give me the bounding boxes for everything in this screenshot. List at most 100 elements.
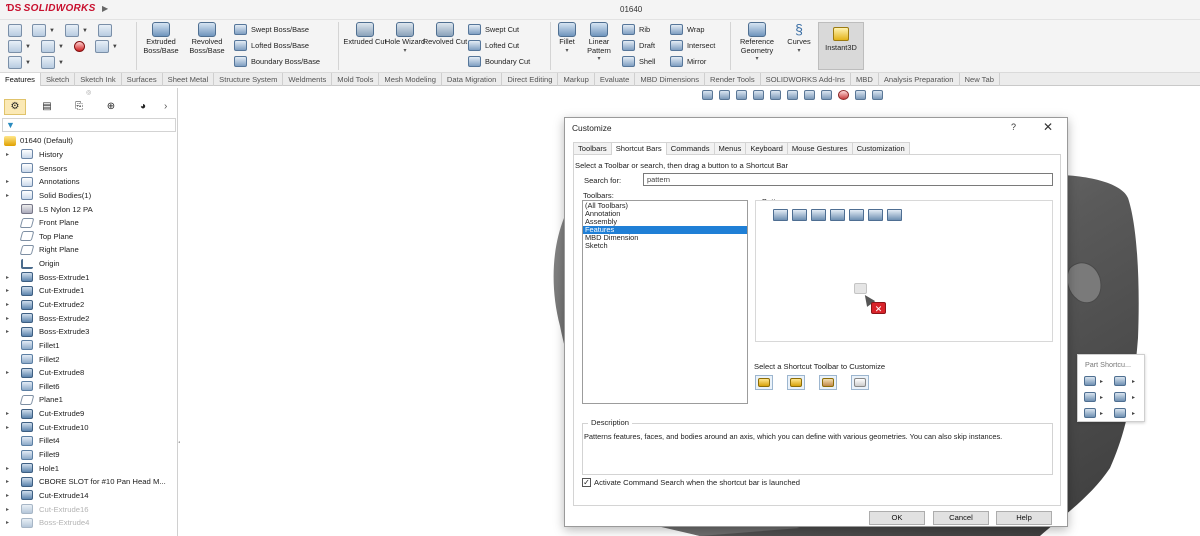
- fill-pattern-icon[interactable]: [849, 209, 864, 221]
- hide-show-items-icon[interactable]: [821, 90, 832, 100]
- tab-mbd-dimensions[interactable]: MBD Dimensions: [635, 73, 706, 86]
- toolbar-list-item[interactable]: Sketch: [583, 242, 747, 250]
- reference-geometry-icon[interactable]: [1084, 408, 1096, 418]
- tree-item[interactable]: ▸ Boss-Extrude1: [0, 270, 178, 284]
- chevron-down-icon[interactable]: ▾: [576, 55, 622, 64]
- edit-appearance-icon[interactable]: [838, 90, 849, 100]
- tab-surfaces[interactable]: Surfaces: [122, 73, 163, 86]
- tab-markup[interactable]: Markup: [558, 73, 595, 86]
- expand-arrow-icon[interactable]: ▸: [6, 301, 9, 308]
- tree-item[interactable]: ▸ Hole1: [0, 461, 178, 475]
- tree-item[interactable]: ▸ Cut-Extrude8: [0, 366, 178, 380]
- display-style-icon[interactable]: [804, 90, 815, 100]
- boundary-boss-button[interactable]: Boundary Boss/Base: [234, 55, 320, 68]
- tab-structure-system[interactable]: Structure System: [214, 73, 284, 86]
- tree-item[interactable]: Fillet9: [0, 448, 178, 462]
- print-icon[interactable]: [40, 40, 55, 53]
- expand-arrow-icon[interactable]: ▸: [6, 192, 9, 199]
- list-icon[interactable]: [97, 24, 112, 37]
- tab-evaluate[interactable]: Evaluate: [595, 73, 636, 86]
- dialog-tab-menus[interactable]: Menus: [713, 142, 747, 154]
- chevron-down-icon[interactable]: ▾: [382, 47, 428, 56]
- buttons-panel[interactable]: ✕: [755, 200, 1053, 342]
- dialog-tab-commands[interactable]: Commands: [665, 142, 715, 154]
- tree-item[interactable]: Plane1: [0, 393, 178, 407]
- chevron-down-icon[interactable]: ▼: [58, 60, 64, 66]
- tab-sketch-ink[interactable]: Sketch Ink: [75, 73, 122, 86]
- lofted-cut-button[interactable]: Lofted Cut: [468, 39, 530, 52]
- menu-expand-arrow-icon[interactable]: ▶: [102, 4, 108, 13]
- swept-cut-button[interactable]: Swept Cut: [468, 23, 530, 36]
- solidworks-logo[interactable]: ƊS SOLIDWORKS: [6, 3, 96, 14]
- tree-item[interactable]: Fillet1: [0, 339, 178, 353]
- dialog-tab-mouse-gestures[interactable]: Mouse Gestures: [786, 142, 853, 154]
- drawing-shortcut-toolbar-button[interactable]: [819, 375, 837, 390]
- chevron-down-icon[interactable]: ▼: [49, 28, 55, 34]
- new-document-icon[interactable]: [8, 40, 22, 53]
- shell-button[interactable]: Shell: [622, 55, 655, 68]
- appearance-icon[interactable]: [1114, 408, 1126, 418]
- ok-button[interactable]: OK: [869, 511, 925, 525]
- tree-item[interactable]: LS Nylon 12 PA: [0, 202, 178, 216]
- section-view-icon[interactable]: [753, 90, 764, 100]
- tab-analysis-preparation[interactable]: Analysis Preparation: [879, 73, 960, 86]
- expand-arrow-icon[interactable]: ▸: [6, 274, 9, 281]
- view-settings-icon[interactable]: [872, 90, 883, 100]
- chevron-down-icon[interactable]: ▼: [25, 60, 31, 66]
- tree-item[interactable]: ▸ Solid Bodies(1): [0, 189, 178, 203]
- dynamic-annotation-icon[interactable]: [770, 90, 781, 100]
- expand-arrow-icon[interactable]: ▸: [6, 492, 9, 499]
- home-icon[interactable]: [8, 24, 22, 37]
- intersect-button[interactable]: Intersect: [670, 39, 715, 52]
- revolved-cut-button[interactable]: Revolved Cut: [422, 22, 468, 47]
- expand-arrow-icon[interactable]: ▸: [6, 328, 9, 335]
- tree-item[interactable]: Front Plane: [0, 216, 178, 230]
- tree-item[interactable]: ▸ Cut-Extrude1: [0, 284, 178, 298]
- close-icon[interactable]: ✕: [1043, 120, 1053, 134]
- display-style-icon[interactable]: [1114, 392, 1126, 402]
- tree-item[interactable]: ▸ Boss-Extrude2: [0, 311, 178, 325]
- configuration-manager-tab-icon[interactable]: ⎘: [68, 99, 90, 115]
- search-input[interactable]: [643, 173, 1053, 186]
- dialog-tab-keyboard[interactable]: Keyboard: [745, 142, 788, 154]
- linear-pattern-icon[interactable]: [887, 209, 902, 221]
- mirror-button[interactable]: Mirror: [670, 55, 715, 68]
- rebuild-icon[interactable]: [73, 41, 85, 52]
- tree-item[interactable]: Fillet4: [0, 434, 178, 448]
- cancel-button[interactable]: Cancel: [933, 511, 989, 525]
- reference-geometry-button[interactable]: Reference Geometry ▾: [734, 22, 780, 64]
- draft-button[interactable]: Draft: [622, 39, 655, 52]
- chevron-down-icon[interactable]: ▸: [1132, 410, 1135, 417]
- revolved-boss-button[interactable]: Revolved Boss/Base: [184, 22, 230, 55]
- tree-item[interactable]: Fillet2: [0, 352, 178, 366]
- expand-arrow-icon[interactable]: ▸: [6, 465, 9, 472]
- tree-item[interactable]: ▸ Annotations: [0, 175, 178, 189]
- display-manager-tab-icon[interactable]: ◕: [132, 99, 154, 115]
- tree-item[interactable]: ▸ Cut-Extrude16: [0, 502, 178, 516]
- previous-view-icon[interactable]: [736, 90, 747, 100]
- expand-arrow-icon[interactable]: ▸: [6, 478, 9, 485]
- tree-item[interactable]: ▸ Cut-Extrude10: [0, 420, 178, 434]
- expand-arrow-icon[interactable]: ▸: [6, 287, 9, 294]
- dimxpert-tab-icon[interactable]: ⊕: [100, 99, 122, 115]
- tab-weldments[interactable]: Weldments: [283, 73, 333, 86]
- chevron-down-icon[interactable]: ▼: [82, 28, 88, 34]
- extruded-boss-button[interactable]: Extruded Boss/Base: [138, 22, 184, 55]
- lofted-boss-button[interactable]: Lofted Boss/Base: [234, 39, 320, 52]
- select-arrow-icon[interactable]: [40, 56, 55, 69]
- chevron-down-icon[interactable]: ▾: [776, 47, 822, 56]
- tree-item[interactable]: Right Plane: [0, 243, 178, 257]
- dialog-tab-toolbars[interactable]: Toolbars: [573, 142, 612, 154]
- tab-mesh-modeling[interactable]: Mesh Modeling: [379, 73, 442, 86]
- curve-driven-pattern-icon[interactable]: [792, 209, 807, 221]
- tab-sheet-metal[interactable]: Sheet Metal: [163, 73, 215, 86]
- activate-command-search-checkbox[interactable]: ✓: [582, 478, 591, 487]
- feature-manager-tab-icon[interactable]: ⚙: [4, 98, 26, 115]
- chevron-down-icon[interactable]: ▸: [1100, 378, 1103, 385]
- chevron-down-icon[interactable]: ▸: [1132, 394, 1135, 401]
- rib-button[interactable]: Rib: [622, 23, 655, 36]
- assembly-shortcut-toolbar-button[interactable]: [787, 375, 805, 390]
- tab-features[interactable]: Features: [0, 73, 41, 86]
- expand-arrow-icon[interactable]: ▸: [6, 178, 9, 185]
- expand-arrow-icon[interactable]: ▸: [6, 315, 9, 322]
